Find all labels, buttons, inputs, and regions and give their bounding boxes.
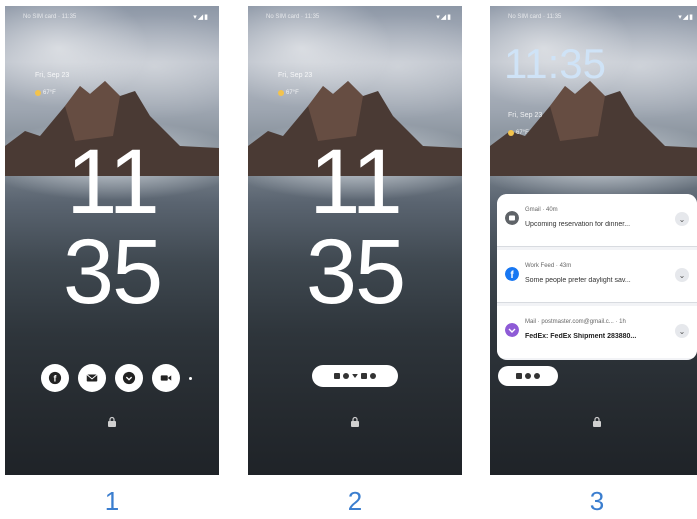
sun-icon	[35, 90, 41, 96]
date-text: Fri, Sep 23	[508, 112, 543, 119]
facebook-icon	[525, 373, 531, 379]
video-call-icon[interactable]	[152, 364, 180, 392]
cloud-icon	[370, 373, 376, 379]
facebook-icon[interactable]: f	[41, 364, 69, 392]
date-text: Fri, Sep 23	[35, 72, 70, 79]
label-2: 2	[347, 486, 363, 516]
weather-text: 67°F	[286, 90, 299, 96]
expand-chevron-icon[interactable]: ⌄	[675, 324, 689, 338]
status-bar-text: No SIM card · 11:35	[23, 14, 77, 20]
weather: 67°F	[278, 90, 299, 96]
status-bar-text: No SIM card · 11:35	[266, 14, 320, 20]
sun-icon	[278, 90, 284, 96]
lock-icon	[351, 416, 359, 427]
gmail-icon	[505, 211, 519, 225]
notification-item[interactable]: Mail · postmaster.com@gmail.c... · 1h Fe…	[497, 306, 697, 358]
label-3: 3	[589, 486, 605, 516]
chevron-icon	[352, 374, 358, 378]
date-text: Fri, Sep 23	[278, 72, 313, 79]
notification-source: Work Feed · 43m	[525, 263, 572, 269]
notification-message: Upcoming reservation for dinner...	[525, 221, 631, 228]
clock-minutes: 35	[62, 221, 163, 323]
clock-small: 11:35	[504, 40, 606, 87]
svg-text:f: f	[54, 374, 57, 384]
mountain-image	[490, 81, 697, 176]
notification-message: FedEx: FedEx Shipment 283880...	[525, 333, 637, 340]
notification-panel: Gmail · 40m Upcoming reservation for din…	[497, 194, 697, 360]
lockscreen-2: No SIM card · 11:35 ▾◢▮ Fri, Sep 23 67°F…	[248, 6, 462, 475]
notification-item[interactable]: Gmail · 40m Upcoming reservation for din…	[497, 194, 697, 247]
weather-text: 67°F	[516, 130, 529, 136]
clock-minutes: 35	[305, 221, 406, 323]
notification-message: Some people prefer daylight sav...	[525, 277, 631, 284]
lock-icon	[593, 416, 601, 427]
expand-chevron-icon[interactable]: ⌄	[675, 268, 689, 282]
mail-icon	[334, 373, 340, 379]
video-icon	[361, 373, 367, 379]
notification-item[interactable]: f Work Feed · 43m Some people prefer day…	[497, 250, 697, 303]
facebook-icon: f	[505, 267, 519, 281]
expand-chevron-icon[interactable]: ⌄	[675, 212, 689, 226]
lockscreen-3: No SIM card · 11:35 ▾◢▮ 11:35 Fri, Sep 2…	[490, 6, 697, 475]
lockscreen-1: No SIM card · 11:35 ▾◢▮ Fri, Sep 23 67°F…	[5, 6, 219, 475]
clock-hours: 11	[309, 131, 403, 233]
label-1: 1	[104, 486, 120, 516]
sun-icon	[508, 130, 514, 136]
mail-icon[interactable]	[78, 364, 106, 392]
video-icon	[516, 373, 522, 379]
status-bar-text: No SIM card · 11:35	[508, 14, 562, 20]
status-bar-icons: ▾◢▮	[436, 14, 452, 21]
chevron-down-icon[interactable]	[115, 364, 143, 392]
weather: 67°F	[35, 90, 56, 96]
more-indicator	[189, 376, 192, 380]
cloud-icon	[534, 373, 540, 379]
weather: 67°F	[508, 130, 529, 136]
mail-icon	[505, 323, 519, 337]
notification-icon-row: f	[41, 364, 192, 392]
weather-text: 67°F	[43, 90, 56, 96]
status-bar-icons: ▾◢▮	[193, 14, 209, 21]
notification-pill[interactable]	[312, 365, 398, 387]
notification-source: Mail · postmaster.com@gmail.c... · 1h	[525, 319, 626, 325]
clock-hours: 11	[66, 131, 160, 233]
lock-icon	[108, 416, 116, 427]
status-bar-icons: ▾◢▮	[678, 14, 694, 21]
notification-source: Gmail · 40m	[525, 207, 558, 213]
facebook-icon	[343, 373, 349, 379]
notification-pill[interactable]	[498, 366, 558, 386]
